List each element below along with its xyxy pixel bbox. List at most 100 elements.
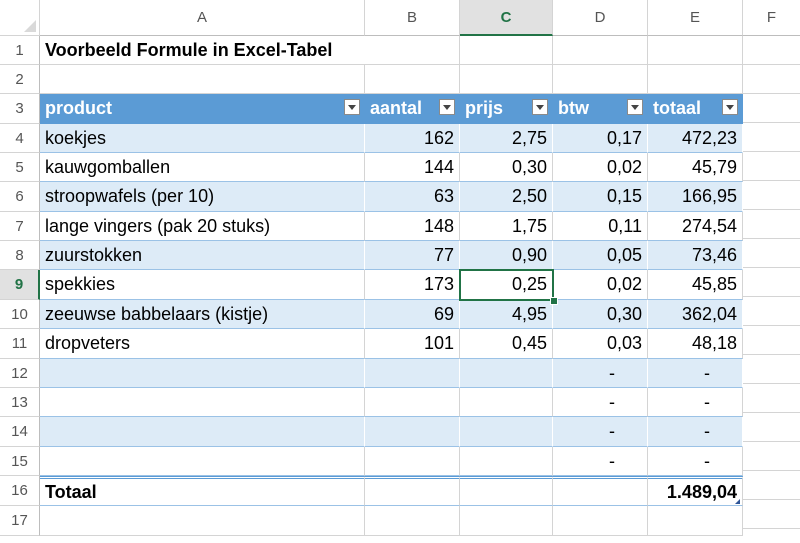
product-cell[interactable] — [40, 388, 365, 417]
product-cell[interactable]: kauwgomballen — [40, 153, 365, 182]
column-header-c[interactable]: C — [460, 0, 553, 36]
totaal-cell[interactable]: 362,04 — [648, 300, 743, 329]
prijs-cell[interactable]: 1,75 — [460, 212, 553, 241]
prijs-cell[interactable]: 0,90 — [460, 241, 553, 270]
total-label-cell[interactable]: Totaal — [40, 476, 365, 506]
totaal-cell[interactable]: - — [648, 417, 743, 447]
filter-dropdown-button[interactable] — [532, 99, 548, 115]
column-header-e[interactable]: E — [648, 0, 743, 36]
filter-dropdown-button[interactable] — [439, 99, 455, 115]
product-cell[interactable]: stroopwafels (per 10) — [40, 182, 365, 212]
prijs-cell[interactable]: 4,95 — [460, 300, 553, 329]
btw-cell[interactable]: 0,02 — [553, 153, 648, 182]
row-header-15[interactable]: 15 — [0, 447, 40, 476]
aantal-cell[interactable] — [365, 388, 460, 417]
row-header-1[interactable]: 1 — [0, 36, 40, 65]
product-cell[interactable]: zeeuwse babbelaars (kistje) — [40, 300, 365, 329]
table-resize-handle[interactable] — [735, 499, 740, 504]
cell[interactable] — [365, 476, 460, 506]
totaal-cell[interactable]: 48,18 — [648, 329, 743, 359]
aantal-cell[interactable]: 69 — [365, 300, 460, 329]
totaal-cell[interactable]: 166,95 — [648, 182, 743, 212]
product-cell[interactable]: koekjes — [40, 124, 365, 153]
row-header-8[interactable]: 8 — [0, 241, 40, 270]
aantal-cell[interactable]: 173 — [365, 270, 460, 300]
btw-cell[interactable]: 0,17 — [553, 124, 648, 153]
cell[interactable] — [40, 65, 365, 94]
aantal-cell[interactable] — [365, 417, 460, 447]
row-header-9[interactable]: 9 — [0, 270, 40, 300]
totaal-cell[interactable]: 45,85 — [648, 270, 743, 300]
title-cell[interactable]: Voorbeeld Formule in Excel-Tabel — [40, 36, 365, 65]
product-cell[interactable]: spekkies — [40, 270, 365, 300]
cell[interactable] — [365, 506, 460, 536]
totaal-cell[interactable]: 274,54 — [648, 212, 743, 241]
cell[interactable] — [460, 65, 553, 94]
product-cell[interactable] — [40, 447, 365, 476]
aantal-cell[interactable]: 101 — [365, 329, 460, 359]
filter-dropdown-button[interactable] — [722, 99, 738, 115]
column-f-cells[interactable] — [743, 36, 800, 543]
aantal-cell[interactable]: 162 — [365, 124, 460, 153]
totaal-cell[interactable]: 45,79 — [648, 153, 743, 182]
column-header-b[interactable]: B — [365, 0, 460, 36]
aantal-cell[interactable]: 148 — [365, 212, 460, 241]
row-header-6[interactable]: 6 — [0, 182, 40, 212]
row-header-4[interactable]: 4 — [0, 124, 40, 153]
btw-cell[interactable]: - — [553, 447, 648, 476]
btw-cell[interactable]: - — [553, 359, 648, 388]
cell[interactable] — [460, 476, 553, 506]
row-header-7[interactable]: 7 — [0, 212, 40, 241]
totaal-cell[interactable]: 472,23 — [648, 124, 743, 153]
total-value-cell[interactable]: 1.489,04 — [648, 476, 743, 506]
row-header-13[interactable]: 13 — [0, 388, 40, 417]
prijs-cell[interactable] — [460, 417, 553, 447]
row-header-17[interactable]: 17 — [0, 506, 40, 536]
aantal-cell[interactable]: 77 — [365, 241, 460, 270]
btw-cell[interactable]: 0,11 — [553, 212, 648, 241]
btw-cell[interactable]: 0,30 — [553, 300, 648, 329]
cell[interactable] — [648, 36, 743, 65]
totaal-cell[interactable]: 73,46 — [648, 241, 743, 270]
btw-cell[interactable]: 0,05 — [553, 241, 648, 270]
product-cell[interactable]: zuurstokken — [40, 241, 365, 270]
totaal-cell[interactable]: - — [648, 388, 743, 417]
totaal-cell[interactable]: - — [648, 359, 743, 388]
product-cell[interactable]: dropveters — [40, 329, 365, 359]
cell[interactable] — [553, 65, 648, 94]
prijs-cell[interactable] — [460, 388, 553, 417]
btw-cell[interactable]: 0,15 — [553, 182, 648, 212]
prijs-cell[interactable]: 0,30 — [460, 153, 553, 182]
totaal-cell[interactable]: - — [648, 447, 743, 476]
aantal-cell[interactable] — [365, 447, 460, 476]
cell[interactable] — [460, 506, 553, 536]
prijs-cell[interactable]: 0,45 — [460, 329, 553, 359]
aantal-cell[interactable]: 144 — [365, 153, 460, 182]
row-header-12[interactable]: 12 — [0, 359, 40, 388]
btw-cell[interactable]: 0,02 — [553, 270, 648, 300]
cell[interactable] — [553, 36, 648, 65]
select-all-corner[interactable] — [0, 0, 40, 36]
prijs-cell[interactable]: 0,25 — [460, 270, 553, 300]
cell[interactable] — [40, 506, 365, 536]
btw-cell[interactable]: 0,03 — [553, 329, 648, 359]
row-header-2[interactable]: 2 — [0, 65, 40, 94]
aantal-cell[interactable] — [365, 359, 460, 388]
product-cell[interactable] — [40, 359, 365, 388]
prijs-cell[interactable] — [460, 447, 553, 476]
aantal-cell[interactable]: 63 — [365, 182, 460, 212]
row-header-14[interactable]: 14 — [0, 417, 40, 447]
cell[interactable] — [553, 476, 648, 506]
product-cell[interactable]: lange vingers (pak 20 stuks) — [40, 212, 365, 241]
column-header-a[interactable]: A — [40, 0, 365, 36]
btw-cell[interactable]: - — [553, 388, 648, 417]
cell[interactable] — [648, 506, 743, 536]
row-header-3[interactable]: 3 — [0, 94, 40, 124]
fill-handle[interactable] — [550, 297, 558, 305]
column-header-f[interactable]: F — [743, 0, 800, 36]
cell[interactable] — [365, 65, 460, 94]
prijs-cell[interactable] — [460, 359, 553, 388]
prijs-cell[interactable]: 2,75 — [460, 124, 553, 153]
product-cell[interactable] — [40, 417, 365, 447]
prijs-cell[interactable]: 2,50 — [460, 182, 553, 212]
